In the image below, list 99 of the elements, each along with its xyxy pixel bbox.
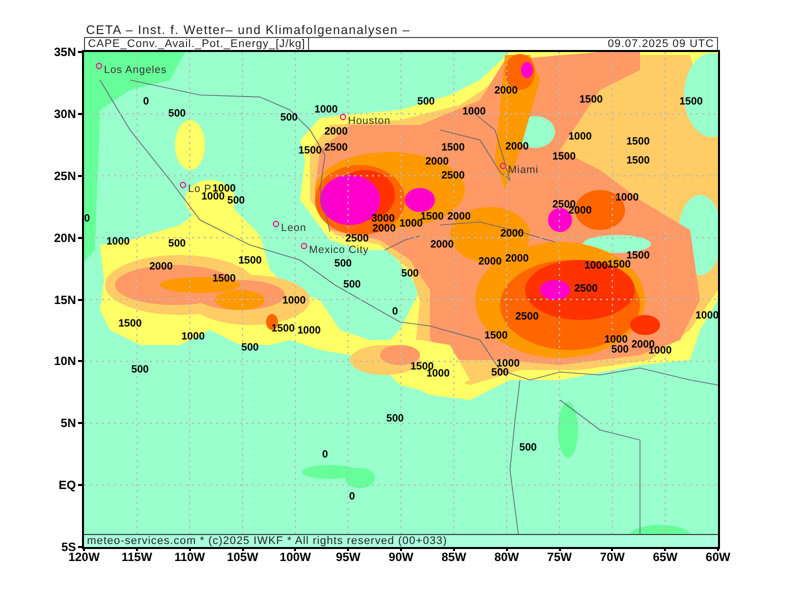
contour-label: 1000	[314, 104, 338, 116]
longitude-label: 95W	[336, 550, 360, 564]
city-label: Los Angeles	[104, 65, 167, 76]
contour-label: 500	[241, 342, 259, 354]
city-label: Leon	[281, 223, 306, 234]
contour-label: 3000	[371, 214, 395, 224]
contour-label: 500	[131, 364, 149, 376]
contour-label: 1500	[212, 274, 236, 284]
city-marker-icon	[272, 220, 280, 228]
contour-label: 2000	[500, 228, 524, 240]
contour-label: 500	[227, 196, 245, 206]
contour-label: 500	[386, 414, 404, 424]
contour-label: 0	[322, 450, 328, 460]
contour-label: 500	[491, 368, 509, 378]
contour-label: 1500	[552, 152, 576, 162]
longitude-label: 110W	[174, 550, 205, 564]
contour-label: 1000	[648, 346, 672, 356]
contour-label: 0	[143, 96, 149, 108]
contour-label: 2000	[425, 156, 449, 168]
contour-label: 1000	[106, 236, 130, 248]
contour-label: 500	[519, 442, 537, 454]
contour-label: 1500	[626, 250, 650, 262]
city-marker-icon	[340, 114, 346, 120]
latitude-label: 30N	[54, 106, 76, 121]
contour-label: 2500	[324, 142, 348, 154]
contour-label: 2000	[324, 126, 348, 138]
contour-label: 2500	[515, 312, 539, 322]
latitude-label: 25N	[54, 168, 76, 183]
contour-label: 1000	[568, 132, 592, 142]
contour-label: 1000	[282, 296, 306, 306]
contour-label: 1000	[181, 332, 205, 342]
contour-label: 2500	[441, 170, 465, 182]
contour-label: 1500	[607, 260, 631, 270]
contour-label: 0	[349, 492, 355, 502]
contour-label: 1500	[679, 96, 703, 108]
contour-label: 1000	[462, 106, 486, 118]
contour-label: 2500	[345, 234, 369, 244]
valid-time: 09.07.2025 09 UTC	[606, 38, 715, 50]
latitude-label: 15N	[54, 292, 76, 306]
contour-label: 500	[417, 96, 435, 108]
longitude-label: 75W	[547, 550, 572, 564]
longitude-label: 80W	[494, 550, 519, 564]
contour-label: 1500	[271, 324, 295, 334]
city-marker-icon	[500, 162, 506, 170]
contour-label: 2000	[430, 240, 454, 250]
contour-label: 1000	[695, 310, 718, 322]
contour-label: 0	[392, 306, 398, 318]
contour-label: 2000	[505, 254, 529, 264]
contour-label: 1500	[579, 94, 603, 106]
city-label: Miami	[508, 165, 538, 176]
contour-label: 1000	[399, 218, 423, 230]
contour-label: 1000	[615, 192, 639, 204]
contour-label: 1000	[496, 358, 520, 370]
contour-label: 1000	[297, 326, 321, 336]
contour-label: 500	[343, 280, 361, 290]
contour-label: 1500	[118, 318, 142, 330]
contour-label: 500	[334, 258, 352, 270]
contour-label: 2000	[478, 256, 502, 268]
contour-label: 500	[401, 268, 419, 280]
latitude-label: 35N	[54, 45, 76, 59]
longitude-label: 115W	[121, 550, 152, 564]
latitude-label: 10N	[54, 354, 76, 368]
longitude-label: 100W	[280, 550, 311, 564]
city-marker-icon	[180, 182, 186, 188]
latitude-label: 20N	[54, 230, 76, 245]
longitude-label: 70W	[600, 550, 625, 564]
latitude-label: EQ	[58, 478, 76, 492]
contour-label: 1000	[584, 260, 608, 272]
longitude-label: 90W	[388, 550, 414, 564]
contour-label: 2000	[372, 224, 396, 234]
city-label: Houston	[348, 116, 391, 127]
city-marker-icon	[300, 242, 308, 250]
contour-label: 1500	[238, 256, 262, 266]
latitude-label: 5N	[60, 416, 76, 430]
variable-title: CAPE_Conv._Avail._Pot._Energy_[J/kg]	[85, 38, 310, 50]
institute-title: CETA – Inst. f. Wetter– und Klimafolgenanalysen –	[85, 22, 412, 37]
longitude-label: 85W	[441, 550, 466, 564]
contour-label: 1500	[484, 330, 508, 342]
contour-label: 2500	[574, 284, 598, 294]
contour-label: 2000	[505, 142, 529, 152]
contour-label: 1500	[298, 146, 322, 156]
contour-label: 1000	[604, 334, 628, 346]
contour-label: 2000	[149, 262, 173, 272]
longitude-label: 60W	[706, 550, 730, 564]
city-label: Mexico City	[309, 245, 369, 256]
contour-label: 2000	[447, 212, 471, 222]
contour-label: 1500	[441, 142, 465, 154]
credit-bar: meteo-services.com * (c)2025 IWKF * All rights reserved (00+033)	[84, 534, 718, 547]
contour-label: 500	[168, 108, 186, 120]
contour-label: 0	[84, 214, 90, 224]
contour-label: 2000	[494, 86, 518, 96]
contour-label: 500	[168, 238, 186, 250]
contour-label: 500	[611, 344, 629, 356]
contour-label: 1500	[626, 136, 650, 148]
city-marker-icon	[96, 62, 102, 70]
longitude-label: 105W	[226, 550, 258, 564]
longitude-label: 65W	[652, 550, 678, 564]
contour-label: 500	[280, 112, 298, 124]
contour-label: 1500	[626, 156, 650, 166]
